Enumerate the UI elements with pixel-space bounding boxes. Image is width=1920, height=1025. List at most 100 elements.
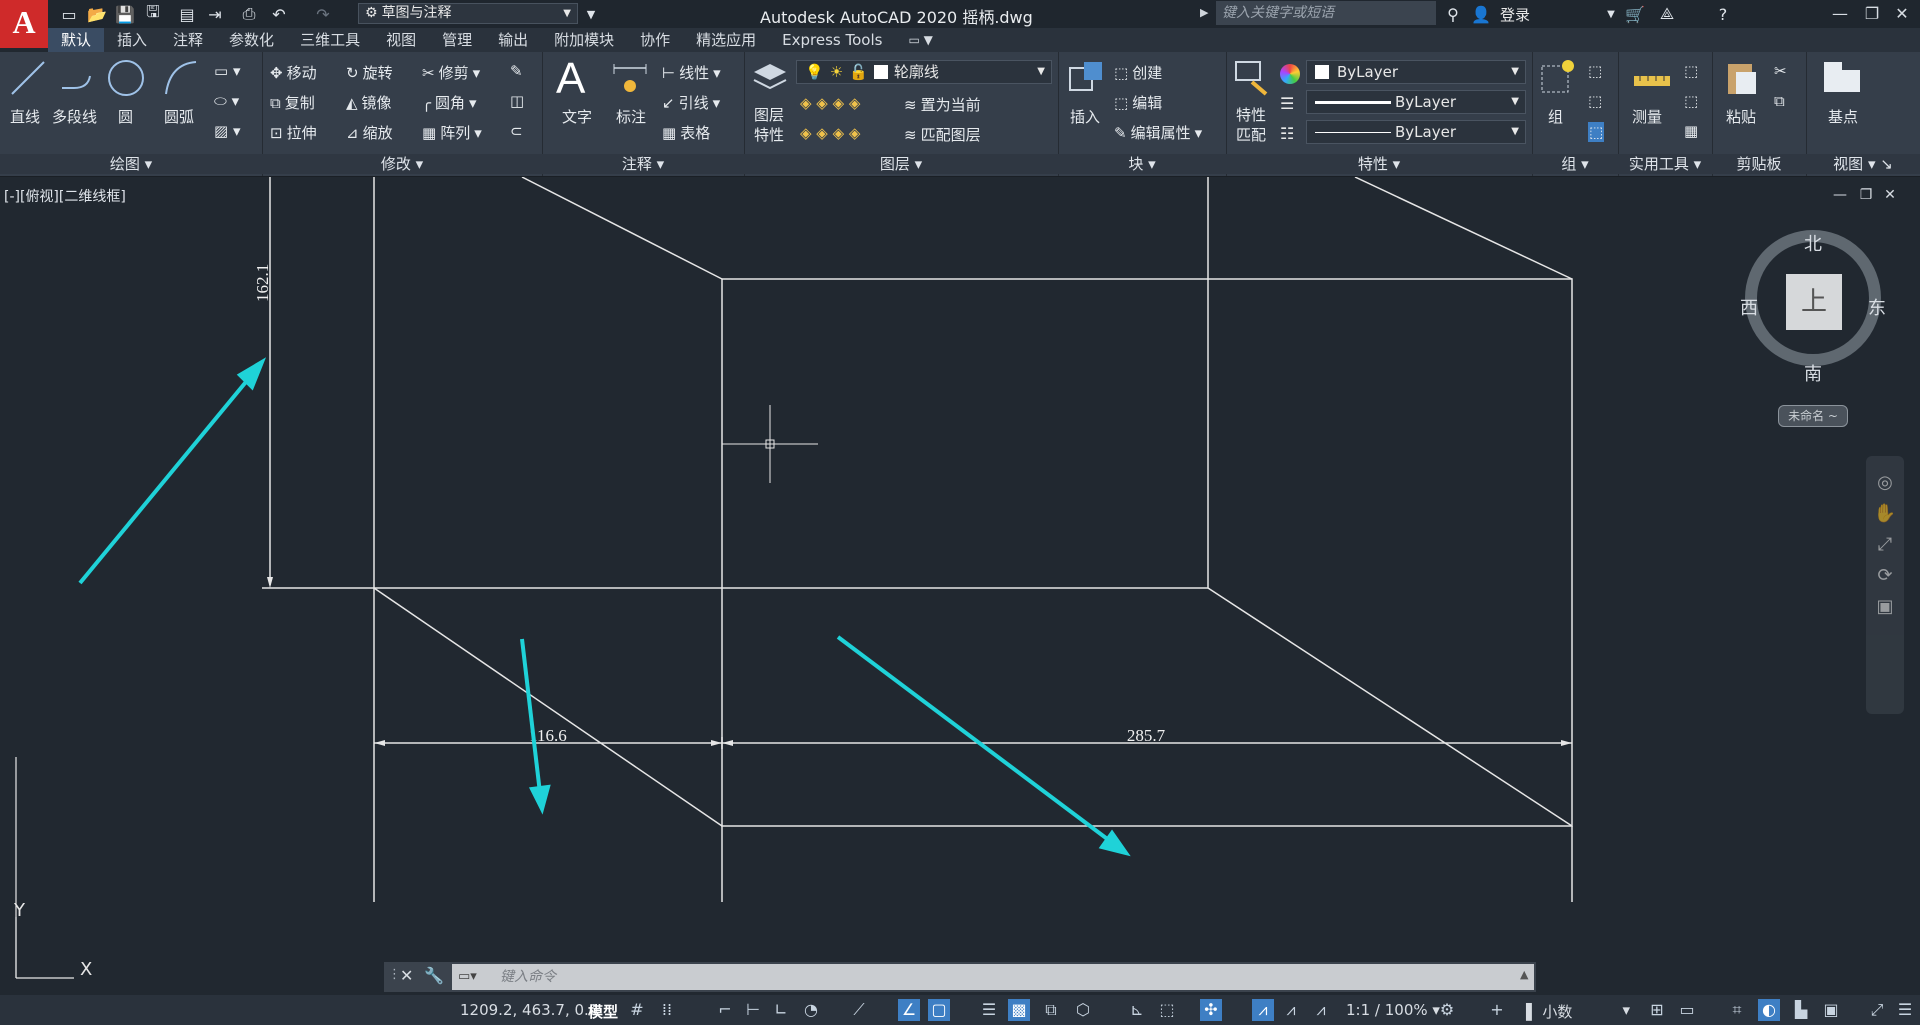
utilities-panel-title[interactable]: 实用工具 ▾ — [1618, 154, 1712, 174]
text-button[interactable]: 文字 — [562, 106, 592, 127]
table-button[interactable]: ▦ 表格 — [662, 122, 710, 143]
layer-tools-row2-icons[interactable]: ◈ ◈ ◈ ◈ — [800, 124, 860, 142]
paste-button[interactable]: 粘贴 — [1726, 106, 1756, 127]
close-icon[interactable]: ✕ — [400, 966, 413, 985]
drawing-canvas[interactable]: 162.1 116.6 285.7 Y X — [0, 177, 1920, 995]
select-all-icon[interactable]: ⬚ — [1684, 92, 1698, 110]
tab-featured-apps[interactable]: 精选应用 — [683, 28, 769, 52]
ungroup-icon[interactable]: ⬚ — [1588, 62, 1602, 80]
color-wheel-icon[interactable] — [1280, 64, 1300, 84]
group-panel-title[interactable]: 组 ▾ — [1532, 154, 1618, 174]
linear-dimension-button[interactable]: ⊢ 线性 ▾ — [662, 62, 721, 83]
edit-block-button[interactable]: ⬚ 编辑 — [1114, 92, 1162, 113]
arc-button[interactable]: 圆弧 — [164, 106, 194, 127]
close-button[interactable]: ✕ — [1888, 2, 1916, 26]
3d-osnap-icon[interactable]: ⬡ — [1072, 999, 1094, 1021]
base-view-button[interactable]: 基点 — [1828, 106, 1858, 127]
tab-parametric[interactable]: 参数化 — [216, 28, 287, 52]
layer-tools-row1-icons[interactable]: ◈ ◈ ◈ ◈ — [800, 94, 860, 112]
tab-view[interactable]: 视图 — [373, 28, 429, 52]
user-icon[interactable]: 👤 — [1470, 3, 1492, 25]
tab-insert[interactable]: 插入 — [104, 28, 160, 52]
array-button[interactable]: ▦ 阵列 ▾ — [422, 122, 482, 143]
grid-icon[interactable]: # — [626, 999, 648, 1021]
modify-panel-title[interactable]: 修改 ▾ — [262, 154, 542, 174]
customize-toolbar-icon[interactable]: ▼ — [580, 3, 602, 25]
lineweight-toggle-icon[interactable]: ☰ — [978, 999, 1000, 1021]
rectangle-icon[interactable]: ▭ ▾ — [214, 62, 240, 80]
gizmo-icon[interactable]: ✣ — [1200, 999, 1222, 1021]
dimension-text-vertical[interactable]: 162.1 — [253, 264, 272, 302]
ellipse-icon[interactable]: ⬭ ▾ — [214, 92, 239, 110]
units-dropdown[interactable]: ▌ 小数 ▾ — [1526, 1001, 1636, 1022]
save-as-icon[interactable]: 🖫 — [142, 2, 164, 25]
workspace-switch-icon[interactable]: ⚙ — [1436, 999, 1458, 1021]
search-input[interactable]: 键入关键字或短语 — [1216, 1, 1436, 25]
clean-screen-icon[interactable]: ⤢ — [1866, 999, 1888, 1021]
tab-manage[interactable]: 管理 — [429, 28, 485, 52]
auto-scale-icon[interactable]: ⩘ — [1280, 999, 1302, 1021]
cut-icon[interactable]: ✂ — [1774, 62, 1787, 80]
login-button[interactable]: 登录 — [1500, 4, 1530, 25]
command-input[interactable]: 键入命令 — [452, 964, 1534, 990]
steering-wheel-icon[interactable]: ◎ — [1866, 472, 1904, 493]
lineweight-dropdown[interactable]: ByLayer ▼ — [1306, 90, 1526, 114]
group-select-icon[interactable]: ⬚ — [1588, 122, 1605, 142]
help-icon[interactable]: ? — [1712, 3, 1734, 25]
selection-filter-icon[interactable]: ⬚ — [1156, 999, 1178, 1021]
pan-hand-icon[interactable]: ✋ — [1866, 503, 1904, 524]
tab-addins[interactable]: 附加模块 — [541, 28, 627, 52]
scale-button[interactable]: ⊿ 缩放 — [346, 122, 393, 143]
ortho-icon[interactable]: ∟ — [770, 999, 792, 1021]
recent-commands-icon[interactable]: ▭▾ — [458, 969, 477, 984]
selection-cycling-icon[interactable]: ⧉ — [1040, 999, 1062, 1021]
object-snap-icon[interactable]: ▢ — [928, 999, 950, 1021]
trim-button[interactable]: ✂ 修剪 ▾ — [422, 62, 480, 83]
dynamic-ucs-icon[interactable]: ⊾ — [1126, 999, 1148, 1021]
coordinates-readout[interactable]: 1209.2, 463.7, 0.0 — [460, 1001, 598, 1019]
annotation-monitor-icon[interactable]: + — [1486, 999, 1508, 1021]
annotation-scale-dropdown[interactable]: 1:1 / 100% ▾ — [1346, 1001, 1440, 1019]
quick-properties-icon[interactable]: ⊞ — [1646, 999, 1668, 1021]
linetype-icon[interactable]: ☷ — [1280, 124, 1294, 143]
redo-icon[interactable]: ↷ — [312, 3, 334, 25]
properties-panel-title[interactable]: 特性 ▾ — [1226, 154, 1532, 174]
quick-select-icon[interactable]: ⬚ — [1684, 62, 1698, 80]
move-button[interactable]: ✥ 移动 — [270, 62, 317, 83]
tab-collaborate[interactable]: 协作 — [627, 28, 683, 52]
a360-icon[interactable]: ⟁ — [1656, 3, 1678, 25]
compass-west[interactable]: 西 — [1740, 294, 1758, 320]
hardware-acceleration-icon[interactable]: ◐ — [1758, 999, 1780, 1021]
annotation-panel-title[interactable]: 注释 ▾ — [542, 154, 744, 174]
tab-output[interactable]: 输出 — [485, 28, 541, 52]
explode-icon[interactable]: ◫ — [510, 92, 524, 110]
restore-button[interactable]: ❐ — [1858, 2, 1886, 26]
print-icon[interactable]: ⎙ — [238, 3, 260, 25]
clean-screen-small-icon[interactable]: ▣ — [1820, 999, 1842, 1021]
fillet-button[interactable]: ╭ 圆角 ▾ — [422, 92, 477, 113]
snap-icon[interactable]: ⁞⁞ — [656, 999, 678, 1021]
dynamic-input-icon[interactable]: ⊢ — [742, 999, 764, 1021]
isodraft-icon[interactable]: ⟋ — [848, 999, 870, 1021]
object-snap-tracking-icon[interactable]: ∠ — [898, 999, 920, 1021]
mirror-button[interactable]: ◭ 镜像 — [346, 92, 392, 113]
workspace-dropdown[interactable]: ⚙ 草图与注释 ▼ — [358, 3, 578, 24]
circle-button[interactable]: 圆 — [118, 106, 133, 127]
tab-annotate[interactable]: 注释 — [160, 28, 216, 52]
viewcube-top-face[interactable]: 上 — [1786, 274, 1842, 330]
showmotion-icon[interactable]: ▣ — [1866, 596, 1904, 617]
copy-button[interactable]: ⧉ 复制 — [270, 92, 315, 113]
cart-icon[interactable]: 🛒 — [1624, 3, 1646, 25]
match-properties-button[interactable]: 特性 — [1236, 104, 1266, 125]
tab-default[interactable]: 默认 — [48, 28, 105, 52]
dimension-text-right[interactable]: 285.7 — [1127, 726, 1166, 745]
graphics-performance-icon[interactable]: ▙ — [1790, 999, 1812, 1021]
set-current-layer-button[interactable]: ≋ 置为当前 — [904, 94, 981, 115]
tab-express-tools[interactable]: Express Tools — [769, 28, 895, 52]
insert-button[interactable]: 插入 — [1070, 106, 1100, 127]
compass-north[interactable]: 北 — [1804, 230, 1822, 256]
compass-east[interactable]: 东 — [1868, 294, 1886, 320]
tab-3d-tools[interactable]: 三维工具 — [287, 28, 373, 52]
lock-ui-icon[interactable]: ▭ — [1676, 999, 1698, 1021]
zoom-extents-icon[interactable]: ⤢ — [1866, 534, 1904, 555]
